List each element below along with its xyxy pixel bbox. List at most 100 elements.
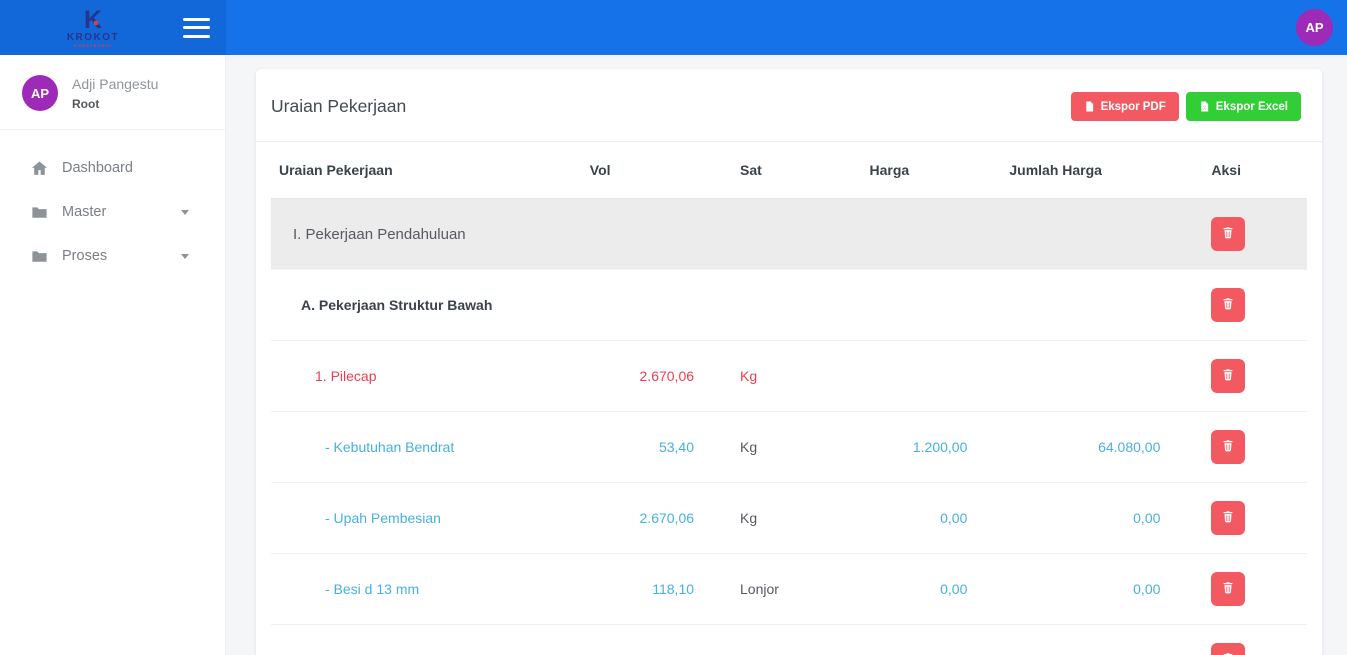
export-excel-button[interactable]: Ekspor Excel (1186, 92, 1301, 121)
cell-jumlah-harga (1001, 270, 1203, 341)
page-title: Uraian Pekerjaan (271, 96, 406, 117)
cell-aksi (1203, 625, 1307, 655)
column-header-harga: Harga (862, 142, 1002, 199)
sidebar-item-proses: Proses (0, 234, 225, 278)
cell-aksi (1203, 341, 1307, 412)
cell-aksi (1203, 554, 1307, 625)
cell-aksi (1203, 412, 1307, 483)
item-link[interactable]: - Upah Pembesian (325, 510, 441, 526)
delete-row-button[interactable] (1211, 643, 1245, 655)
cell-uraian: - Upah Pembesian (271, 483, 582, 554)
item-link[interactable]: - Kebutuhan Bendrat (325, 439, 454, 455)
item-link[interactable]: 1. Pilecap (315, 368, 376, 384)
table-row: 1. Pilecap 2.670,06Kg (271, 341, 1307, 412)
sidebar-item-master: Master (0, 190, 225, 234)
delete-row-button[interactable] (1211, 288, 1245, 322)
sidebar-avatar: AP (22, 75, 58, 111)
trash-icon (1221, 367, 1235, 385)
cell-uraian: I. Pekerjaan Pendahuluan (271, 199, 582, 270)
sidebar-item-dashboard: Dashboard (0, 146, 225, 190)
item-link[interactable]: - Besi d 13 mm (325, 581, 419, 597)
file-pdf-icon (1084, 100, 1095, 113)
column-header-sat: Sat (732, 142, 862, 199)
cell-vol (582, 270, 732, 341)
delete-row-button[interactable] (1211, 359, 1245, 393)
cell-uraian: 1. Pilecap (271, 341, 582, 412)
sidebar: AP Adji Pangestu Root Dashboard Master Pro… (0, 55, 226, 655)
item-label: I. Pekerjaan Pendahuluan (293, 226, 466, 243)
delete-row-button[interactable] (1211, 430, 1245, 464)
sidebar-item-label: Dashboard (62, 160, 133, 176)
delete-row-button[interactable] (1211, 572, 1245, 606)
top-navbar: K KROKOT KONSTRUKSI AP (0, 0, 1347, 55)
sidebar-user-role: Root (72, 97, 158, 111)
trash-icon (1221, 509, 1235, 527)
cell-uraian: - Besi d 13 mm (271, 554, 582, 625)
cell-sat: Lonjor (732, 625, 862, 655)
trash-icon (1221, 580, 1235, 598)
cell-sat: Lonjor (732, 554, 862, 625)
cell-uraian: A. Pekerjaan Struktur Bawah (271, 270, 582, 341)
trash-icon (1221, 438, 1235, 456)
export-pdf-label: Ekspor PDF (1101, 101, 1166, 113)
brand-logo[interactable]: K KROKOT KONSTRUKSI (67, 8, 119, 48)
table-row: - Upah Pembesian2.670,06Kg0,000,00 (271, 483, 1307, 554)
card-header: Uraian Pekerjaan Ekspor PDF Ekspor Excel (256, 69, 1322, 142)
cell-harga: 0,00 (862, 483, 1002, 554)
uraian-pekerjaan-table: Uraian PekerjaanVolSatHargaJumlah HargaA… (271, 142, 1307, 655)
uraian-pekerjaan-card: Uraian Pekerjaan Ekspor PDF Ekspor Excel… (256, 69, 1322, 655)
cell-sat: Kg (732, 341, 862, 412)
user-avatar[interactable]: AP (1296, 9, 1333, 46)
cell-vol: 106,13 (582, 625, 732, 655)
table-row: - Kebutuhan Bendrat53,40Kg1.200,0064.080… (271, 412, 1307, 483)
brand-block: K KROKOT KONSTRUKSI (0, 0, 226, 55)
cell-harga (862, 199, 1002, 270)
sidebar-menu: Dashboard Master Proses (0, 130, 225, 278)
column-header-aksi: Aksi (1203, 142, 1307, 199)
cell-sat: Kg (732, 483, 862, 554)
cell-vol: 2.670,06 (582, 483, 732, 554)
trash-icon (1221, 296, 1235, 314)
krokot-logo-icon: K (84, 8, 102, 33)
cell-vol: 118,10 (582, 554, 732, 625)
cell-uraian: - Kebutuhan Bendrat (271, 412, 582, 483)
sidebar-user-name: Adji Pangestu (72, 76, 158, 92)
menu-toggle-icon[interactable] (183, 16, 210, 40)
folder-icon (30, 247, 49, 266)
trash-icon (1221, 651, 1235, 655)
export-pdf-button[interactable]: Ekspor PDF (1071, 92, 1179, 121)
brand-subtitle: KONSTRUKSI (74, 44, 112, 48)
sidebar-item-label: Master (62, 204, 106, 220)
sidebar-link-proses[interactable]: Proses (0, 234, 225, 278)
table-row: - Besi d 13 mm118,10Lonjor0,000,00 (271, 554, 1307, 625)
column-header-vol: Vol (582, 142, 732, 199)
cell-harga: 0,00 (862, 554, 1002, 625)
chevron-down-icon (181, 210, 189, 215)
delete-row-button[interactable] (1211, 501, 1245, 535)
cell-harga: 1.200,00 (862, 412, 1002, 483)
column-header-jumlah: Jumlah Harga (1001, 142, 1203, 199)
cell-jumlah-harga (1001, 199, 1203, 270)
cell-jumlah-harga: 0,00 (1001, 483, 1203, 554)
file-excel-icon (1199, 100, 1210, 113)
trash-icon (1221, 225, 1235, 243)
sidebar-item-label: Proses (62, 248, 107, 264)
sidebar-link-master[interactable]: Master (0, 190, 225, 234)
cell-vol: 2.670,06 (582, 341, 732, 412)
cell-sat (732, 199, 862, 270)
cell-jumlah-harga: 0,00 (1001, 625, 1203, 655)
cell-harga: 0,00 (862, 625, 1002, 655)
cell-aksi (1203, 270, 1307, 341)
column-header-name: Uraian Pekerjaan (271, 142, 582, 199)
delete-row-button[interactable] (1211, 217, 1245, 251)
chevron-down-icon (181, 254, 189, 259)
cell-sat (732, 270, 862, 341)
cell-harga (862, 270, 1002, 341)
cell-harga (862, 341, 1002, 412)
sidebar-link-dashboard[interactable]: Dashboard (0, 146, 225, 190)
cell-vol: 53,40 (582, 412, 732, 483)
cell-jumlah-harga: 64.080,00 (1001, 412, 1203, 483)
brand-name: KROKOT (67, 33, 119, 43)
cell-jumlah-harga (1001, 341, 1203, 412)
cell-aksi (1203, 199, 1307, 270)
